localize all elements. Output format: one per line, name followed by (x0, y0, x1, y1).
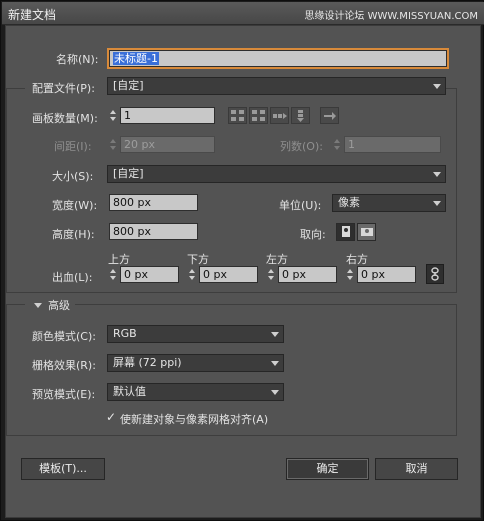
grid-by-row-icon[interactable] (228, 107, 247, 124)
units-value: 像素 (338, 196, 360, 209)
color-mode-label: 颜色模式(C): (32, 330, 96, 343)
new-document-window: 新建文档 思缘设计论坛 WWW.MISSYUAN.COM 名称(N): 未标题-… (0, 0, 484, 521)
arrange-by-row-icon[interactable] (270, 107, 289, 124)
window-title: 新建文档 (8, 8, 57, 22)
width-label: 宽度(W): (52, 199, 98, 212)
bleed-bottom-input[interactable]: 0 px (199, 266, 258, 283)
portrait-icon[interactable] (336, 223, 355, 241)
link-icon[interactable] (426, 264, 444, 284)
spacing-stepper[interactable] (109, 136, 118, 153)
arrange-by-column-icon[interactable] (291, 107, 310, 124)
chevron-down-icon (433, 172, 441, 177)
pixel-grid-checkbox[interactable]: ✓ (106, 410, 118, 424)
preview-mode-dropdown[interactable]: 默认值 (107, 383, 284, 401)
width-input[interactable]: 800 px (109, 194, 198, 211)
chevron-down-icon (271, 361, 279, 366)
grid-by-column-icon[interactable] (249, 107, 268, 124)
height-input[interactable]: 800 px (109, 223, 198, 240)
size-label: 大小(S): (52, 170, 94, 183)
bleed-right-label: 右方 (346, 253, 368, 266)
checkmark-icon: ✓ (106, 410, 117, 424)
chevron-down-icon (433, 201, 441, 206)
columns-stepper[interactable] (333, 136, 342, 153)
bleed-left-stepper[interactable] (267, 266, 276, 283)
cancel-button[interactable]: 取消 (375, 458, 458, 480)
raster-effects-dropdown[interactable]: 屏幕 (72 ppi) (107, 354, 284, 372)
landscape-icon[interactable] (357, 223, 376, 241)
watermark-text: 思缘设计论坛 WWW.MISSYUAN.COM (304, 11, 478, 22)
size-value: [自定] (113, 167, 144, 180)
right-to-left-icon[interactable] (320, 107, 339, 124)
chevron-down-icon (271, 332, 279, 337)
title-bar[interactable]: 新建文档 思缘设计论坛 WWW.MISSYUAN.COM (2, 2, 484, 25)
bleed-top-stepper[interactable] (109, 266, 118, 283)
name-input[interactable]: 未标题-1 (107, 48, 449, 69)
raster-effects-label: 栅格效果(R): (32, 359, 96, 372)
columns-label: 列数(O): (280, 140, 323, 153)
ok-button[interactable]: 确定 (286, 458, 369, 480)
bleed-right-input[interactable]: 0 px (357, 266, 416, 283)
height-label: 高度(H): (52, 228, 95, 241)
bleed-label: 出血(L): (52, 271, 93, 284)
columns-input[interactable]: 1 (344, 136, 441, 153)
bleed-bottom-stepper[interactable] (188, 266, 197, 283)
orientation-label: 取向: (300, 228, 326, 241)
color-mode-value: RGB (113, 327, 137, 340)
preview-mode-value: 默认值 (113, 385, 146, 398)
name-input-value: 未标题-1 (113, 52, 159, 65)
name-label: 名称(N): (56, 53, 99, 66)
pixel-grid-label: 使新建对象与像素网格对齐(A) (120, 413, 269, 426)
units-label: 单位(U): (279, 199, 322, 212)
bleed-top-input[interactable]: 0 px (120, 266, 179, 283)
bleed-left-input[interactable]: 0 px (278, 266, 337, 283)
dialog-body: 名称(N): 未标题-1 配置文件(P): [自定] 画板数量(M): 1 间距… (5, 25, 481, 518)
bleed-bottom-label: 下方 (187, 253, 209, 266)
bleed-left-label: 左方 (266, 253, 288, 266)
spacing-label: 间距(I): (54, 140, 92, 153)
artboard-count-input[interactable]: 1 (120, 107, 215, 124)
raster-effects-value: 屏幕 (72 ppi) (113, 356, 182, 369)
bleed-top-label: 上方 (108, 253, 130, 266)
bleed-right-stepper[interactable] (346, 266, 355, 283)
spacing-input[interactable]: 20 px (120, 136, 215, 153)
chevron-down-icon (271, 390, 279, 395)
templates-button[interactable]: 模板(T)... (21, 458, 105, 480)
size-dropdown[interactable]: [自定] (107, 165, 446, 183)
preview-mode-label: 预览模式(E): (32, 388, 96, 401)
artboard-count-label: 画板数量(M): (32, 112, 98, 125)
advanced-divider (6, 304, 25, 305)
units-dropdown[interactable]: 像素 (332, 194, 446, 212)
color-mode-dropdown[interactable]: RGB (107, 325, 284, 343)
artboard-count-stepper[interactable] (109, 107, 118, 124)
